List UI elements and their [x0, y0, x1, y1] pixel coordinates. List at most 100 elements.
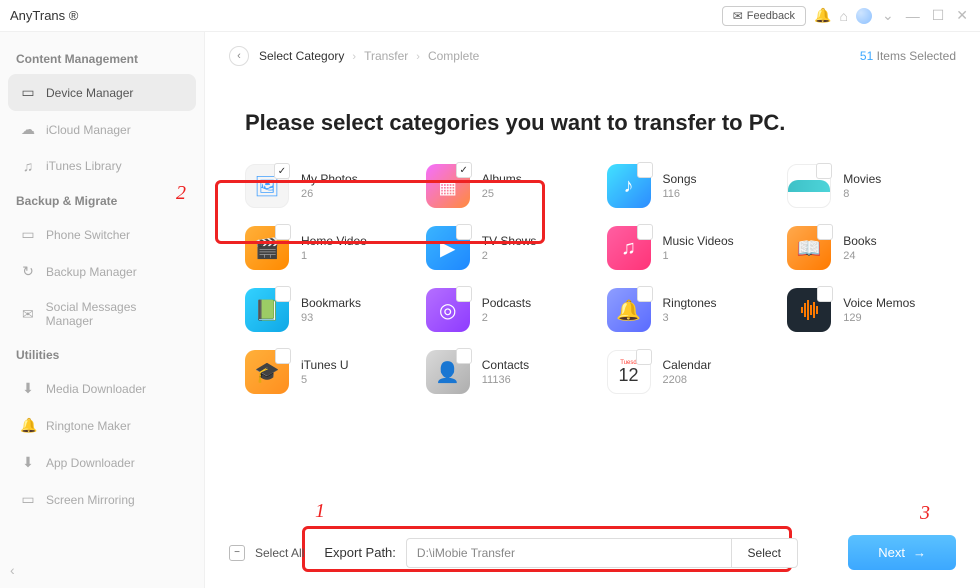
tile-checkbox[interactable] — [275, 286, 291, 302]
tile-label: Albums — [482, 172, 522, 186]
next-label: Next — [878, 545, 905, 560]
category-books[interactable]: 📖Books24 — [787, 226, 956, 270]
tile-checkbox[interactable]: ✓ — [274, 163, 290, 179]
breadcrumb-bar: ‹ Select Category›Transfer›Complete 51 I… — [229, 32, 956, 80]
close-icon[interactable]: ✕ — [954, 7, 970, 24]
category-songs[interactable]: ♪Songs116 — [607, 164, 776, 208]
tile-checkbox[interactable] — [275, 224, 291, 240]
dropdown-icon[interactable]: ⌄ — [880, 7, 896, 24]
albums-icon: ▦✓ — [426, 164, 470, 208]
sidebar-item-media-downloader[interactable]: ⬇Media Downloader — [8, 370, 196, 407]
sidebar-item-icloud-manager[interactable]: ☁iCloud Manager — [8, 111, 196, 148]
page-title: Please select categories you want to tra… — [245, 110, 956, 136]
tile-checkbox[interactable]: ✓ — [456, 162, 472, 178]
sidebar-item-social-messages-manager[interactable]: ✉Social Messages Manager — [8, 290, 196, 338]
tile-checkbox[interactable] — [637, 224, 653, 240]
tile-count: 3 — [663, 312, 717, 324]
back-button[interactable]: ‹ — [229, 46, 249, 66]
tile-checkbox[interactable] — [817, 286, 833, 302]
breadcrumb-step[interactable]: Transfer — [364, 49, 408, 63]
tile-checkbox[interactable] — [636, 349, 652, 365]
maximize-icon[interactable]: ☐ — [930, 7, 947, 24]
sidebar-item-backup-manager[interactable]: ↻Backup Manager — [8, 253, 196, 290]
selected-count: 51 — [860, 49, 873, 63]
tile-label: iTunes U — [301, 358, 349, 372]
collapse-sidebar-icon[interactable]: ‹ — [10, 562, 15, 578]
category-home-video[interactable]: 🎬Home Video1 — [245, 226, 414, 270]
annotation-1: 1 — [315, 500, 325, 523]
nav-icon: ▭ — [20, 491, 36, 508]
sidebar-item-phone-switcher[interactable]: ▭Phone Switcher — [8, 216, 196, 253]
sidebar-item-app-downloader[interactable]: ⬇ App Downloader — [8, 444, 196, 481]
category-voice-memos[interactable]: Voice Memos129 — [787, 288, 956, 332]
breadcrumb-step[interactable]: Select Category — [259, 49, 344, 63]
category-my-photos[interactable]: 🖼✓My Photos26 — [245, 164, 414, 208]
tile-checkbox[interactable] — [816, 163, 832, 179]
voice-memos-icon — [787, 288, 831, 332]
avatar[interactable] — [856, 8, 872, 24]
nav-icon: ⬇ — [20, 454, 36, 471]
tile-label: Podcasts — [482, 296, 531, 310]
breadcrumb-step[interactable]: Complete — [428, 49, 479, 63]
tile-label: Books — [843, 234, 876, 248]
tile-checkbox[interactable] — [456, 348, 472, 364]
my-photos-icon: 🖼✓ — [245, 164, 289, 208]
category-tv-shows[interactable]: ▶TV Shows2 — [426, 226, 595, 270]
nav-label: iCloud Manager — [46, 123, 131, 137]
export-path-label: Export Path: — [324, 545, 396, 560]
category-podcasts[interactable]: ◎Podcasts2 — [426, 288, 595, 332]
gift-icon[interactable]: ⌂ — [840, 8, 848, 24]
category-calendar[interactable]: Tuesd12Calendar2208 — [607, 350, 776, 394]
tile-label: Voice Memos — [843, 296, 915, 310]
itunes-u-icon: 🎓 — [245, 350, 289, 394]
tile-checkbox[interactable] — [456, 286, 472, 302]
category-music-videos[interactable]: ♫Music Videos1 — [607, 226, 776, 270]
tile-checkbox[interactable] — [456, 224, 472, 240]
nav-icon: 🔔 — [20, 417, 36, 434]
tile-count: 1 — [301, 250, 367, 262]
tile-checkbox[interactable] — [275, 348, 291, 364]
tile-count: 8 — [843, 188, 881, 200]
category-albums[interactable]: ▦✓Albums25 — [426, 164, 595, 208]
sidebar-item-ringtone-maker[interactable]: 🔔Ringtone Maker — [8, 407, 196, 444]
category-ringtones[interactable]: 🔔Ringtones3 — [607, 288, 776, 332]
nav-label: Social Messages Manager — [46, 300, 184, 328]
nav-icon: ↻ — [20, 263, 36, 280]
sidebar: Content Management▭Device Manager☁iCloud… — [0, 32, 205, 588]
tile-count: 26 — [301, 188, 358, 200]
tile-checkbox[interactable] — [637, 162, 653, 178]
tile-count: 2 — [482, 250, 537, 262]
sidebar-item-screen-mirroring[interactable]: ▭Screen Mirroring — [8, 481, 196, 518]
minimize-icon[interactable]: — — [904, 8, 922, 24]
chevron-right-icon: › — [416, 51, 420, 63]
nav-label: App Downloader — [46, 456, 135, 470]
notifications-icon[interactable]: 🔔 — [814, 7, 831, 24]
tile-label: Movies — [843, 172, 881, 186]
app-title: AnyTrans ® — [10, 8, 78, 23]
podcasts-icon: ◎ — [426, 288, 470, 332]
feedback-button[interactable]: ✉ Feedback — [722, 6, 806, 26]
tile-label: Music Videos — [663, 234, 734, 248]
sidebar-item-device-manager[interactable]: ▭Device Manager — [8, 74, 196, 111]
tile-label: Contacts — [482, 358, 529, 372]
nav-icon: ▭ — [20, 84, 36, 101]
select-all-checkbox[interactable]: − — [229, 545, 245, 561]
bookmarks-icon: 📗 — [245, 288, 289, 332]
category-itunes-u[interactable]: 🎓iTunes U5 — [245, 350, 414, 394]
items-selected: 51 Items Selected — [860, 49, 956, 63]
category-movies[interactable]: Movies 8 — [787, 164, 956, 208]
category-contacts[interactable]: 👤Contacts11136 — [426, 350, 595, 394]
nav-label: Media Downloader — [46, 382, 146, 396]
tile-checkbox[interactable] — [637, 286, 653, 302]
export-path-input[interactable] — [406, 538, 731, 568]
footer-bar: − Select All Export Path: Select Next → — [229, 535, 956, 570]
next-button[interactable]: Next → — [848, 535, 956, 570]
tv-shows-icon: ▶ — [426, 226, 470, 270]
tile-count: 24 — [843, 250, 876, 262]
tile-count: 93 — [301, 312, 361, 324]
category-bookmarks[interactable]: 📗Bookmarks93 — [245, 288, 414, 332]
sidebar-item-itunes-library[interactable]: ♫iTunes Library — [8, 148, 196, 184]
contacts-icon: 👤 — [426, 350, 470, 394]
tile-checkbox[interactable] — [817, 224, 833, 240]
select-path-button[interactable]: Select — [731, 538, 798, 568]
